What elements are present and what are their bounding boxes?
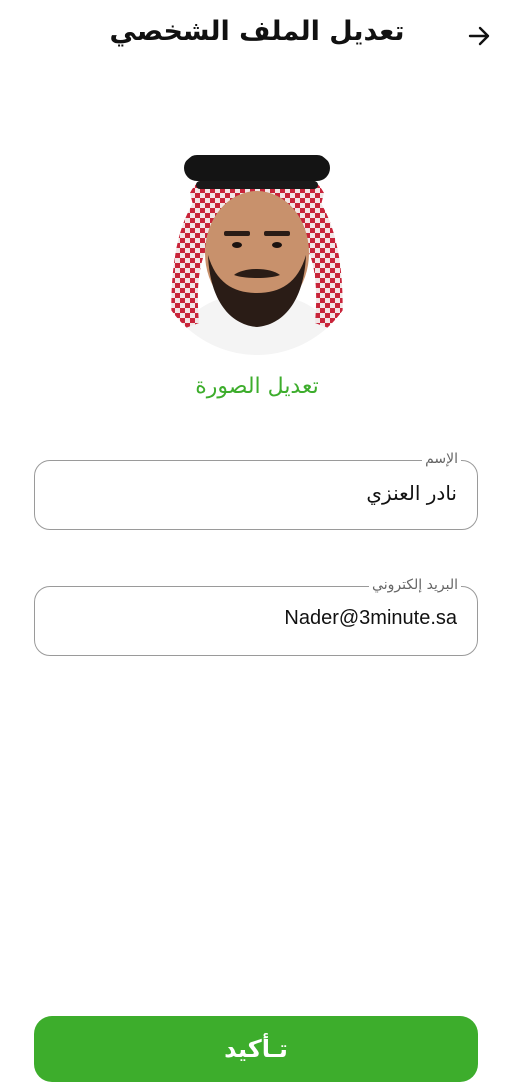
avatar-photo	[150, 133, 364, 355]
arrow-right-icon	[468, 26, 490, 46]
confirm-button[interactable]: تـأكيد	[34, 1016, 478, 1082]
avatar[interactable]	[150, 133, 364, 355]
name-field-label: الإسم	[422, 450, 461, 468]
header: تعديل الملف الشخصي	[0, 0, 514, 72]
name-field-value[interactable]: نادر العنزي	[366, 481, 457, 505]
email-field-value[interactable]: Nader@3minute.sa	[284, 607, 457, 630]
email-field-label: البريد إلكتروني	[369, 576, 461, 594]
change-photo-link[interactable]: تعديل الصورة	[0, 374, 514, 399]
email-field[interactable]: البريد إلكتروني Nader@3minute.sa	[34, 576, 478, 656]
name-field[interactable]: الإسم نادر العنزي	[34, 450, 478, 530]
page-title: تعديل الملف الشخصي	[109, 16, 405, 47]
back-button[interactable]	[462, 18, 498, 54]
